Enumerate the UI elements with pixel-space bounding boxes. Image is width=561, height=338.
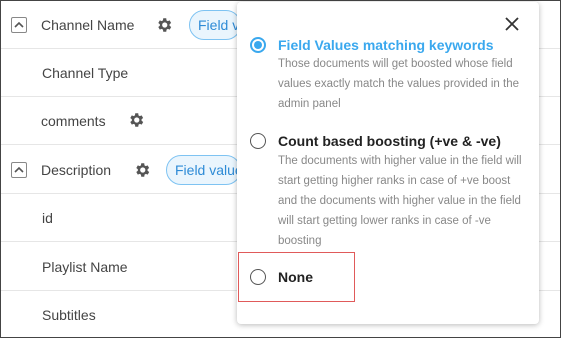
gear-icon[interactable] [155, 16, 173, 34]
option-title[interactable]: Field Values matching keywords [278, 37, 494, 53]
field-label: Playlist Name [42, 259, 128, 275]
expand-toggle[interactable] [11, 17, 27, 33]
option-title[interactable]: Count based boosting (+ve & -ve) [278, 133, 501, 149]
field-label: Description [41, 162, 112, 178]
close-icon[interactable] [504, 16, 520, 32]
field-label: Channel Name [41, 17, 135, 33]
option-description: The documents with higher value in the f… [278, 155, 522, 247]
chevron-up-icon [14, 166, 24, 173]
boosting-type-pill[interactable]: Field values matching keywords [189, 10, 241, 40]
radio-count-based-boosting[interactable] [250, 133, 266, 149]
gear-icon[interactable] [133, 161, 151, 179]
field-label: Channel Type [42, 65, 129, 81]
field-label: Subtitles [42, 307, 96, 323]
option-description: Those documents will get boosted whose f… [278, 58, 519, 110]
gear-icon[interactable] [127, 111, 145, 129]
field-label: comments [41, 113, 106, 129]
expand-toggle[interactable] [11, 162, 27, 178]
radio-field-values-matching[interactable] [250, 37, 266, 53]
boosting-type-pill[interactable]: Field values matching keywords [166, 155, 241, 185]
highlight-box [238, 252, 355, 302]
field-label: id [42, 210, 53, 226]
chevron-up-icon [14, 21, 24, 28]
